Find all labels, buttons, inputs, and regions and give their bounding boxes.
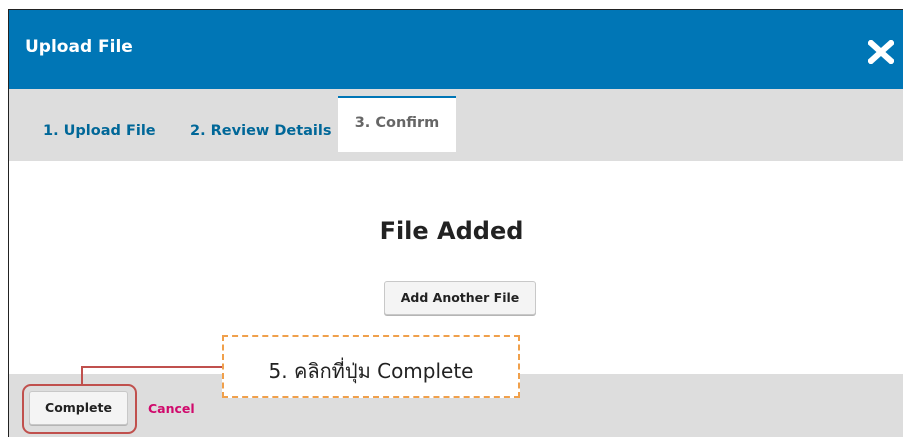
close-icon[interactable] bbox=[868, 40, 894, 64]
complete-button[interactable]: Complete bbox=[29, 391, 128, 425]
dialog-header: Upload File bbox=[9, 10, 903, 89]
tab-review-details[interactable]: 2. Review Details bbox=[190, 123, 332, 139]
callout-connector-horizontal bbox=[81, 366, 223, 368]
callout-text: 5. คลิกที่ปุ่ม Complete bbox=[268, 359, 474, 383]
tab-confirm-label: 3. Confirm bbox=[354, 115, 440, 131]
add-another-file-button[interactable]: Add Another File bbox=[384, 281, 536, 315]
tab-upload-file[interactable]: 1. Upload File bbox=[43, 123, 156, 139]
instruction-callout: 5. คลิกที่ปุ่ม Complete bbox=[222, 335, 520, 398]
tab-bar: 1. Upload File 2. Review Details bbox=[9, 89, 903, 161]
callout-connector-vertical bbox=[81, 366, 83, 385]
cancel-link[interactable]: Cancel bbox=[148, 401, 195, 416]
dialog-title: Upload File bbox=[25, 37, 133, 57]
tab-confirm[interactable]: 3. Confirm bbox=[338, 96, 456, 152]
file-added-heading: File Added bbox=[379, 217, 524, 245]
